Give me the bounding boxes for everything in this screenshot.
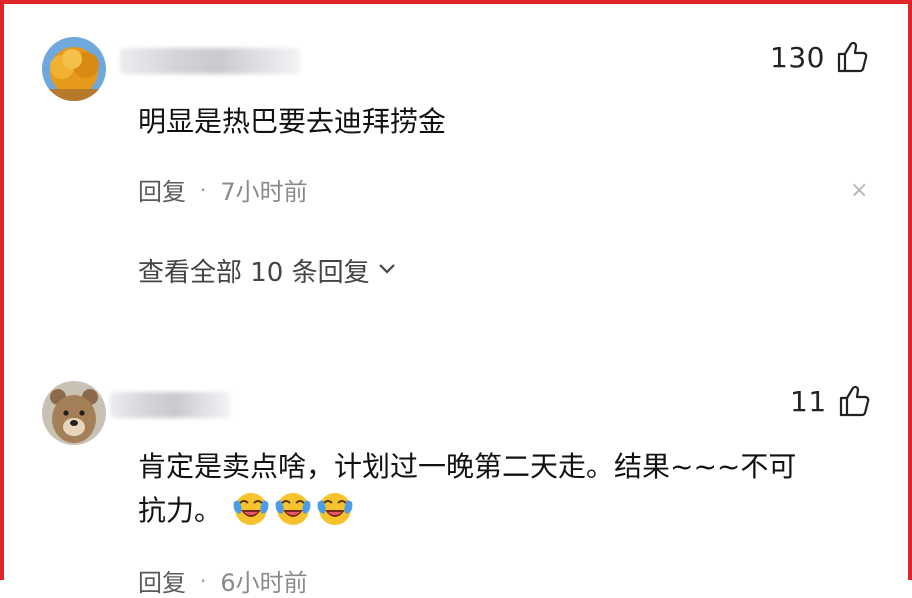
comment-time: 7小时前: [220, 178, 308, 206]
username-blurred[interactable]: [110, 392, 230, 418]
meta-separator: ·: [200, 568, 207, 593]
comment-text-line-2: 抗力。: [138, 488, 878, 532]
chevron-down-icon: [376, 256, 398, 286]
like-group[interactable]: 11: [790, 384, 871, 418]
bear-avatar-icon[interactable]: [42, 381, 106, 445]
like-count: 11: [790, 384, 827, 418]
laughing-crying-emoji: [233, 493, 269, 525]
comment-text-line-1: 肯定是卖点啥，计划过一晚第二天走。结果~~~不可: [138, 450, 797, 483]
tree-avatar-icon[interactable]: [42, 37, 106, 101]
thumbs-up-icon[interactable]: [837, 384, 871, 418]
comment-text: 肯定是卖点啥，计划过一晚第二天走。结果~~~不可 抗力。: [138, 446, 878, 532]
username-blurred[interactable]: [120, 48, 300, 74]
emoji-row: [231, 493, 357, 527]
meta-separator: ·: [200, 177, 207, 202]
laughing-crying-emoji: [317, 493, 353, 525]
comment-meta: 回复 · 7小时前: [138, 172, 308, 207]
comment-meta: 回复 · 6小时前: [138, 563, 308, 598]
comment-time: 6小时前: [220, 569, 308, 597]
like-count: 130: [770, 40, 825, 74]
reply-button[interactable]: 回复: [138, 172, 186, 207]
view-replies-label: 查看全部 10 条回复: [138, 258, 370, 288]
view-all-replies-link[interactable]: 查看全部 10 条回复: [138, 252, 398, 289]
reply-button[interactable]: 回复: [138, 563, 186, 598]
laughing-crying-emoji: [275, 493, 311, 525]
comment-text: 明显是热巴要去迪拜捞金: [138, 105, 447, 138]
comment-text-line-2-text: 抗力。: [138, 494, 223, 527]
thumbs-up-icon[interactable]: [835, 40, 869, 74]
like-group[interactable]: 130: [770, 40, 869, 74]
close-icon[interactable]: ×: [850, 178, 868, 203]
